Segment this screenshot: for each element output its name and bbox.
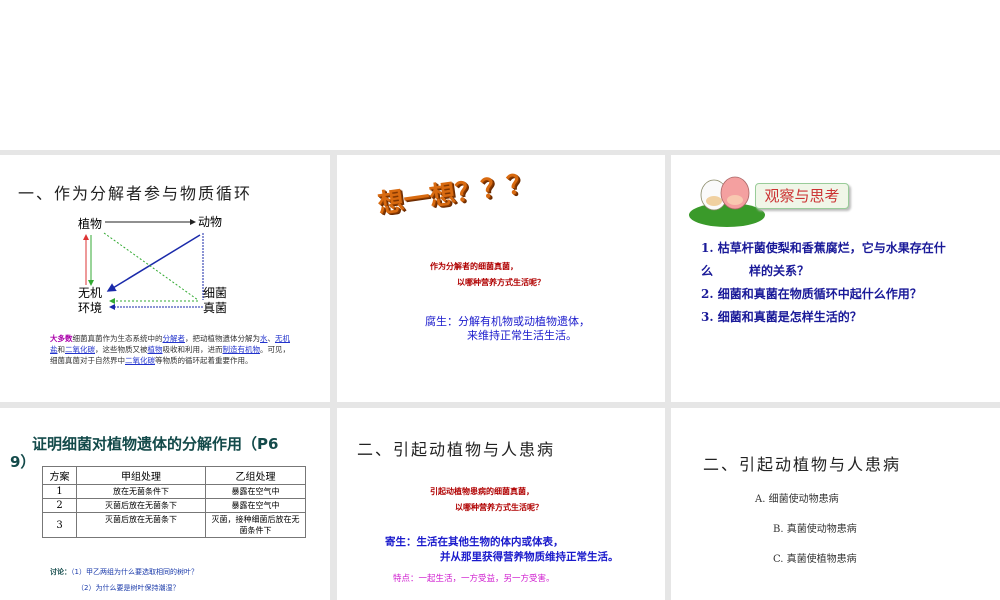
- node-environment: 无机 环境: [78, 286, 103, 315]
- think-wordart: 想一想？？？: [376, 168, 535, 220]
- slide-title: 二、引起动植物与人患病: [703, 455, 902, 474]
- slide-3[interactable]: 观察与思考 1. 枯草杆菌使梨和香蕉腐烂，它与水果存在什 么 样的关系？ 2. …: [671, 155, 1000, 402]
- question-2: 2. 细菌和真菌在物质循环中起什么作用？: [701, 287, 922, 301]
- answer-line-1: 寄生：生活在其他生物的体内或体表，: [385, 536, 564, 548]
- answer-line-2: 来维持正常生活生活。: [467, 329, 577, 342]
- slide-1[interactable]: 一、作为分解者参与物质循环 植物 动物 无机 环境 细菌 真菌 大多数细菌真菌作为生…: [0, 155, 330, 402]
- answer-line-2: 并从那里获得营养物质维持正常生活。: [440, 551, 619, 563]
- slide-2[interactable]: 想一想？？？ 作为分解者的细菌真菌， 以哪种营养方式生活呢？ 腐生：分解有机物或…: [337, 155, 665, 402]
- list-item: A. 细菌使动物患病: [755, 494, 839, 505]
- question-1-cont: 么 样的关系？: [701, 264, 810, 278]
- node-animal: 动物: [198, 215, 223, 229]
- table-row: 2 灭菌后放在无菌条下 暴露在空气中: [42, 498, 306, 513]
- observe-think-badge: 观察与思考: [755, 183, 849, 209]
- arrow-plant-fungi: [103, 232, 199, 301]
- experiment-table: 方案 甲组处理 乙组处理 1 放在无菌条件下 暴露在空气中 2 灭菌后放在无菌条下 暴露在空…: [42, 466, 306, 538]
- node-plant: 植物: [78, 217, 103, 231]
- question-line-2: 以哪种营养方式生活呢？: [457, 277, 545, 287]
- node-fungi: 细菌 真菌: [203, 286, 228, 315]
- slide-title: 证明细菌对植物遗体的分解作用（P6: [32, 435, 279, 453]
- table-row: 1 放在无菌条件下 暴露在空气中: [42, 484, 306, 499]
- feature-note: 特点：一起生活，一方受益，另一方受害。: [393, 574, 555, 584]
- question-line-2: 以哪种营养方式生活呢？: [455, 502, 543, 512]
- slide-6[interactable]: 二、引起动植物与人患病 A. 细菌使动物患病 B. 真菌使动物患病 C. 真菌使…: [671, 408, 1000, 600]
- discussion-2: （2）为什么要是树叶保持潮湿？: [77, 584, 180, 592]
- question-line-1: 作为分解者的细菌真菌，: [430, 261, 518, 271]
- list-item: B. 真菌使动物患病: [773, 524, 857, 535]
- slide-title-cont: 9）: [10, 453, 36, 471]
- slide-sorter: 一、作为分解者参与物质循环 植物 动物 无机 环境 细菌 真菌 大多数细菌真菌作为生…: [0, 150, 1000, 600]
- question-3: 3. 细菌和真菌是怎样生活的？: [701, 310, 862, 324]
- question-1: 1. 枯草杆菌使梨和香蕉腐烂，它与水果存在什: [701, 241, 946, 255]
- fill-in-paragraph: 大多数细菌真菌作为生态系统中的分解者，把动植物遗体分解为水、无机盐和二氧化碳，这…: [50, 334, 290, 365]
- arrow-animal-env: [106, 234, 201, 292]
- slide-title: 二、引起动植物与人患病: [357, 440, 556, 459]
- list-item: C. 真菌使植物患病: [773, 554, 857, 565]
- table-row: 3 灭菌后放在无菌条下 灭菌，接种细菌后放在无菌条件下: [42, 512, 306, 538]
- discussion-1: 讨论：（1）甲乙两组为什么要选取相同的树叶？: [50, 568, 198, 576]
- slide-5[interactable]: 二、引起动植物与人患病 引起动植物患病的细菌真菌， 以哪种营养方式生活呢？ 寄生…: [337, 408, 665, 600]
- question-line-1: 引起动植物患病的细菌真菌，: [430, 486, 534, 496]
- slide-4[interactable]: 证明细菌对植物遗体的分解作用（P6 9） 方案 甲组处理 乙组处理 1 放在无菌条件下…: [0, 408, 330, 600]
